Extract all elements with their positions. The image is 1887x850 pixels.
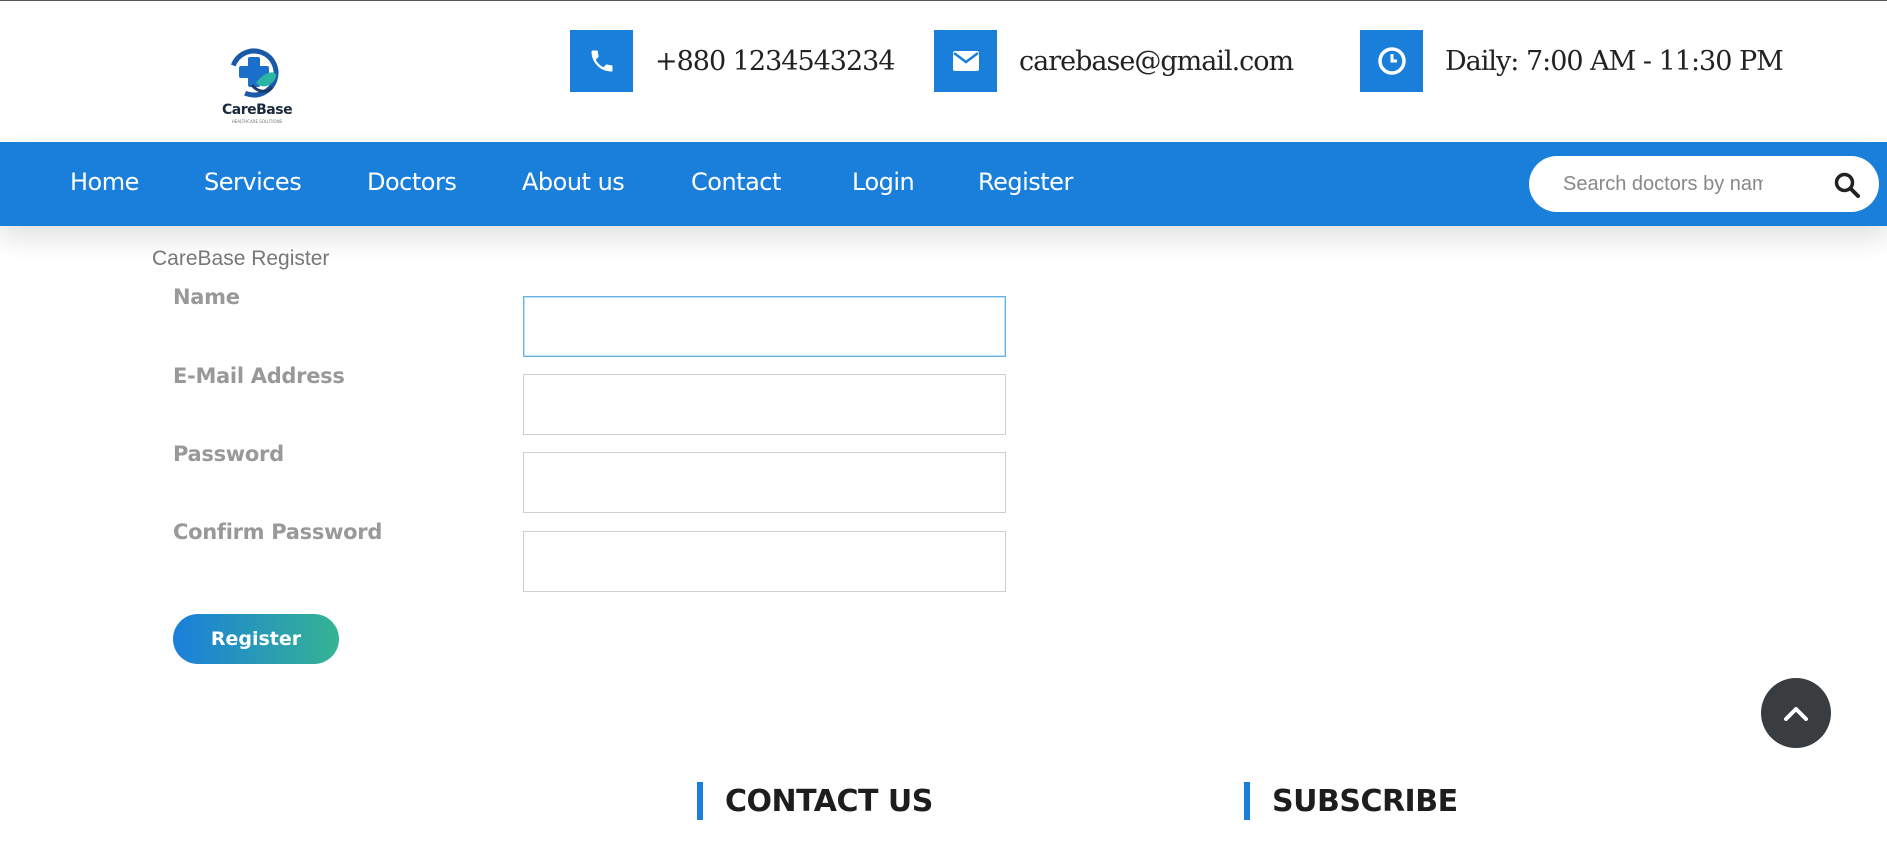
confirm-password-field[interactable]	[523, 531, 1006, 592]
heading-accent-bar	[1244, 782, 1250, 820]
opening-hours: Daily: 7:00 AM - 11:30 PM	[1445, 45, 1784, 77]
subscribe-heading-text: SUBSCRIBE	[1272, 783, 1458, 819]
password-field[interactable]	[523, 452, 1006, 513]
footer-subscribe-heading: SUBSCRIBE	[1244, 782, 1458, 820]
nav-about-us[interactable]: About us	[522, 168, 625, 196]
top-header: CareBase HEALTHCARE SOLUTIONS +880 12345…	[0, 1, 1887, 141]
nav-contact[interactable]: Contact	[691, 168, 781, 196]
name-label: Name	[173, 285, 240, 309]
nav-doctors[interactable]: Doctors	[367, 168, 457, 196]
heading-accent-bar	[697, 782, 703, 820]
email-address: carebase@gmail.com	[1019, 45, 1294, 77]
email-info: carebase@gmail.com	[934, 30, 1294, 92]
nav-register[interactable]: Register	[978, 168, 1073, 196]
search-input[interactable]	[1563, 170, 1763, 198]
search-icon[interactable]	[1832, 170, 1862, 200]
footer-contact-heading: CONTACT US	[697, 782, 933, 820]
hours-info: Daily: 7:00 AM - 11:30 PM	[1360, 30, 1784, 92]
envelope-icon	[934, 30, 997, 92]
clock-icon	[1360, 30, 1423, 92]
register-button[interactable]: Register	[173, 614, 339, 664]
name-field[interactable]	[523, 296, 1006, 357]
phone-icon	[570, 30, 633, 92]
form-title: CareBase Register	[152, 247, 330, 270]
carebase-logo[interactable]: CareBase HEALTHCARE SOLUTIONS	[222, 47, 293, 125]
phone-info: +880 1234543234	[570, 30, 896, 92]
phone-number: +880 1234543234	[655, 45, 896, 77]
nav-home[interactable]: Home	[70, 168, 139, 196]
doctor-search	[1529, 156, 1879, 212]
password-label: Password	[173, 442, 284, 466]
email-label: E-Mail Address	[173, 364, 345, 388]
main-navbar: Home Services Doctors About us Contact L…	[0, 142, 1887, 226]
contact-heading-text: CONTACT US	[725, 783, 933, 819]
nav-login[interactable]: Login	[852, 168, 915, 196]
logo-text: CareBase	[222, 102, 293, 118]
logo-tagline: HEALTHCARE SOLUTIONS	[231, 119, 283, 124]
nav-services[interactable]: Services	[204, 168, 302, 196]
email-field[interactable]	[523, 374, 1006, 435]
logo-mark-icon	[229, 48, 279, 98]
scroll-to-top-button[interactable]	[1761, 678, 1831, 748]
confirm-password-label: Confirm Password	[173, 520, 383, 544]
chevron-up-icon	[1784, 707, 1808, 721]
